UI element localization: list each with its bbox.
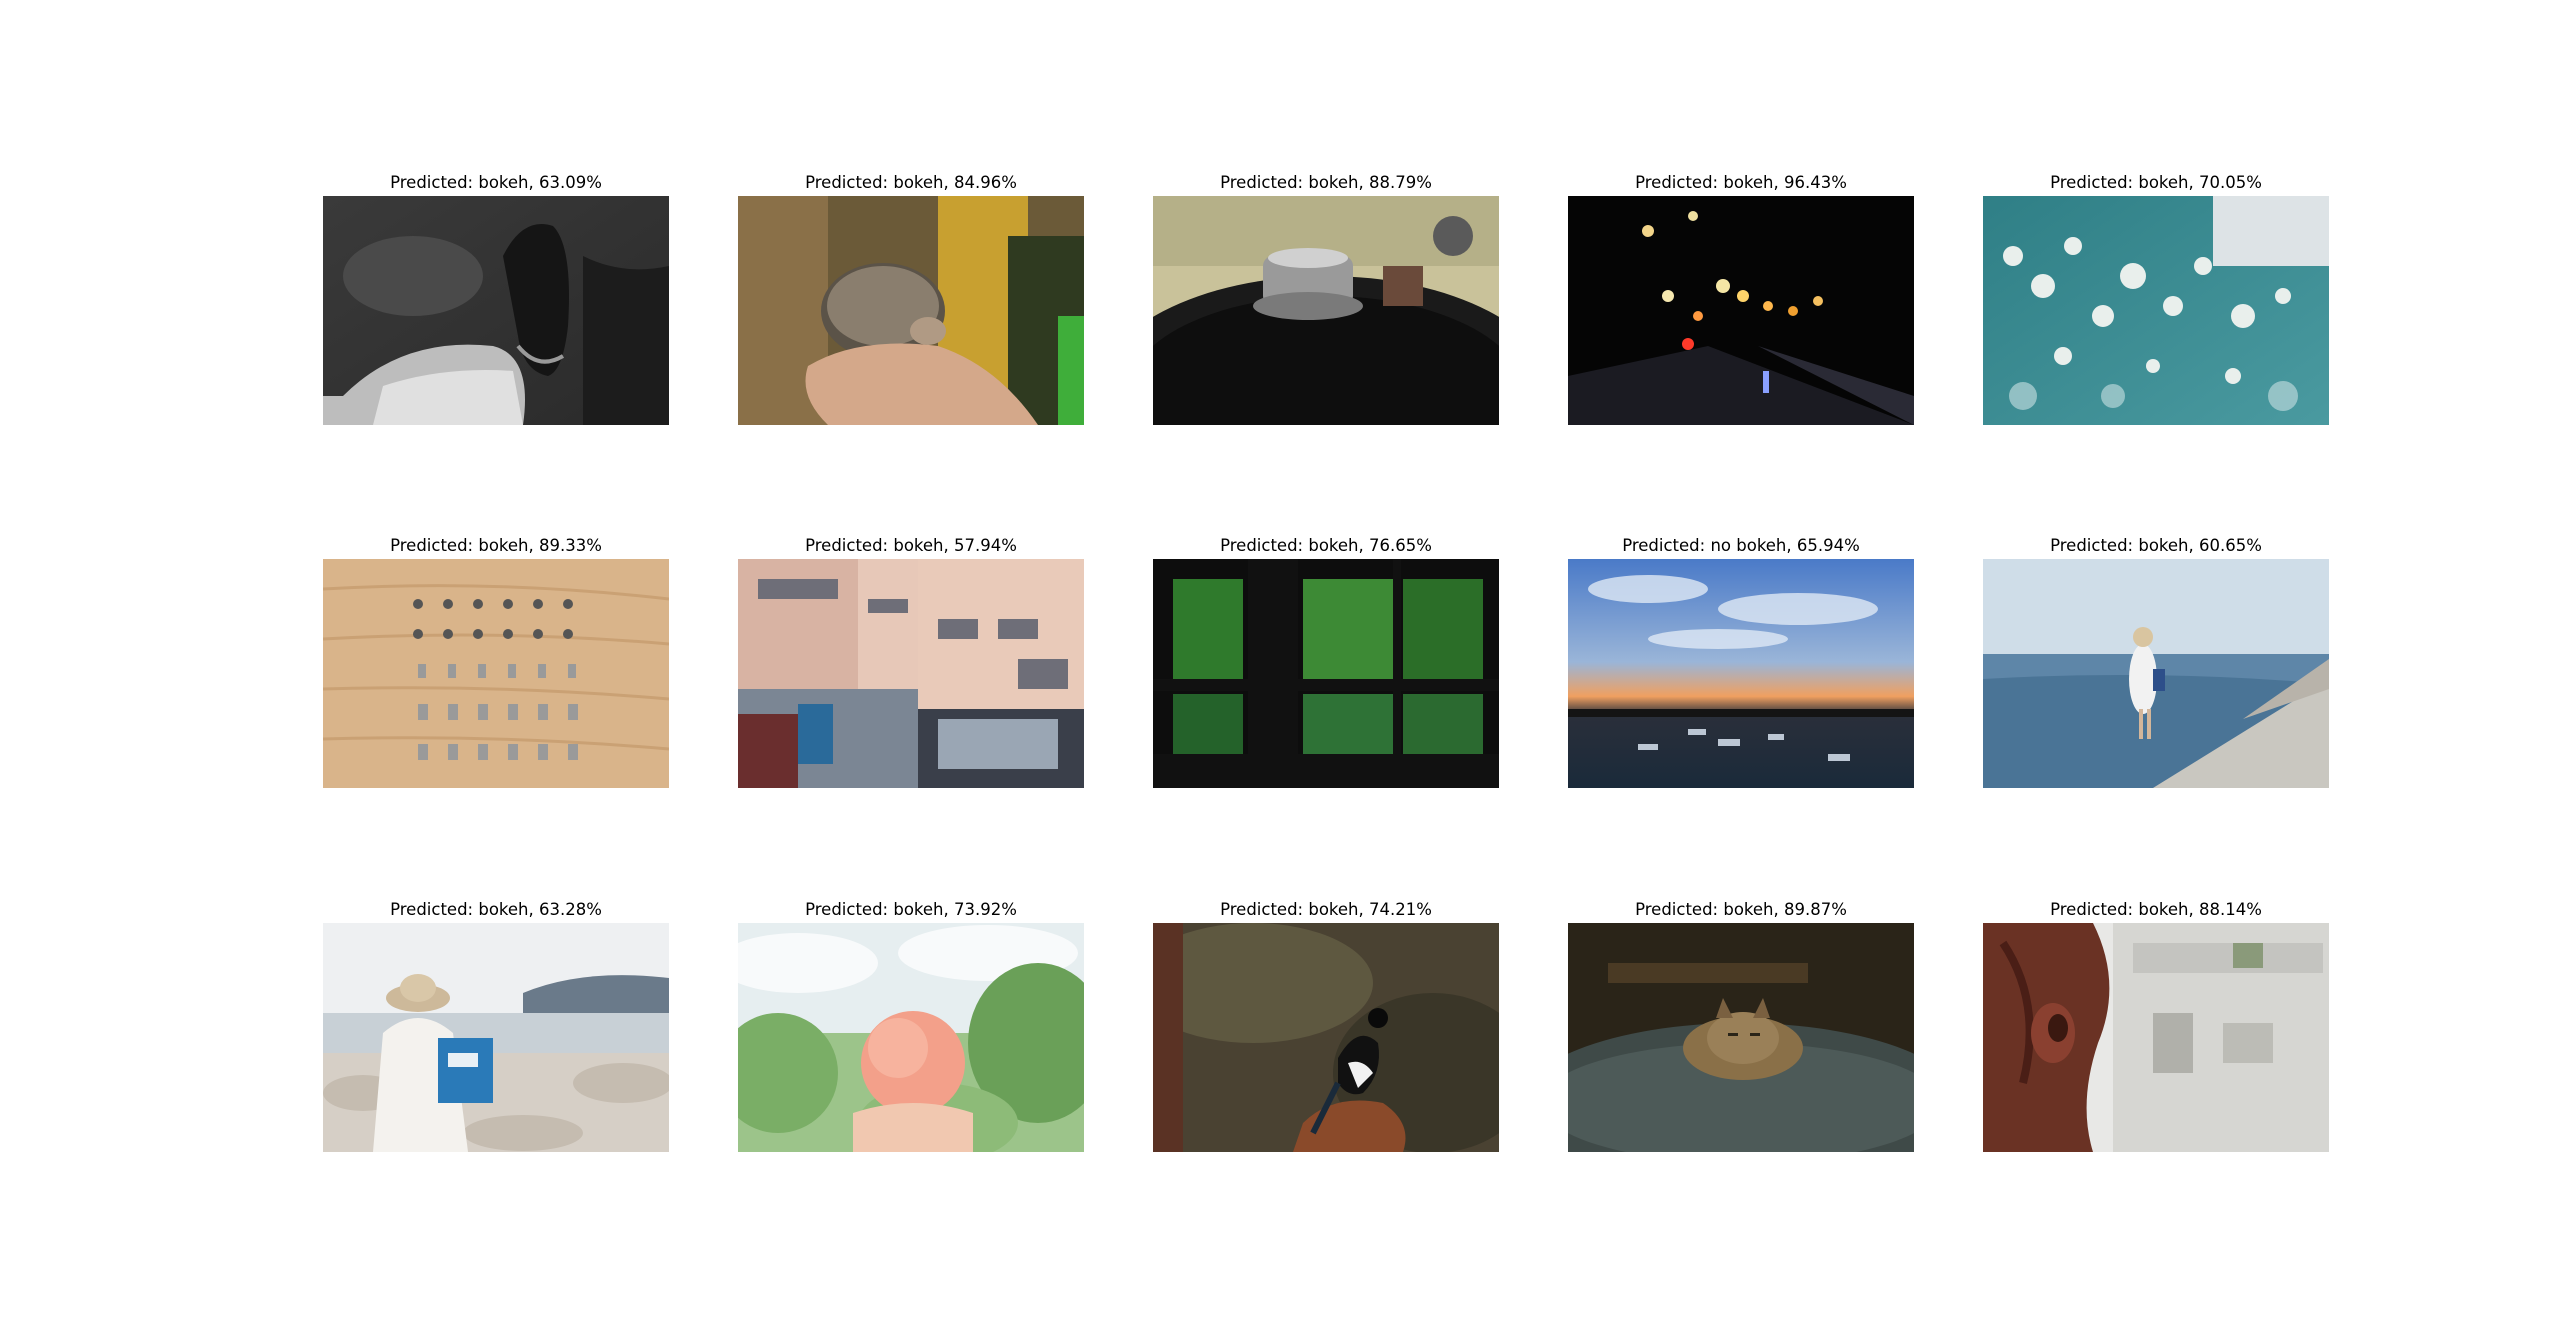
photo-white-blossoms	[1983, 196, 2329, 425]
photo-building-facade	[738, 559, 1084, 788]
photo-black-and-white-shoe	[323, 196, 669, 425]
photo-hands-holding-peach	[738, 923, 1084, 1152]
image-caption: Predicted: bokeh, 70.05%	[2050, 173, 2262, 192]
image-caption: Predicted: no bokeh, 65.94%	[1622, 536, 1860, 555]
photo-tree-bark	[1983, 923, 2329, 1152]
photo-hedgehog-in-hand	[738, 196, 1084, 425]
photo-woman-on-seawall	[1983, 559, 2329, 788]
image-caption: Predicted: bokeh, 76.65%	[1220, 536, 1432, 555]
photo-woman-with-bag-on-rocks	[323, 923, 669, 1152]
image-caption: Predicted: bokeh, 89.33%	[390, 536, 602, 555]
photo-record-player	[1153, 196, 1499, 425]
photo-harbor-sunset	[1568, 559, 1914, 788]
image-caption: Predicted: bokeh, 84.96%	[805, 173, 1017, 192]
image-caption: Predicted: bokeh, 88.14%	[2050, 900, 2262, 919]
photo-night-street-lights	[1568, 196, 1914, 425]
image-caption: Predicted: bokeh, 88.79%	[1220, 173, 1432, 192]
image-caption: Predicted: bokeh, 63.09%	[390, 173, 602, 192]
photo-metal-pieces-on-wood	[323, 559, 669, 788]
image-caption: Predicted: bokeh, 63.28%	[390, 900, 602, 919]
image-caption: Predicted: bokeh, 89.87%	[1635, 900, 1847, 919]
image-caption: Predicted: bokeh, 60.65%	[2050, 536, 2262, 555]
photo-cat-on-car-roof	[1568, 923, 1914, 1152]
photo-window-forest-view	[1153, 559, 1499, 788]
prediction-grid-figure: Predicted: bokeh, 63.09% Predicted: boke…	[0, 0, 2560, 1322]
image-caption: Predicted: bokeh, 73.92%	[805, 900, 1017, 919]
image-caption: Predicted: bokeh, 74.21%	[1220, 900, 1432, 919]
image-caption: Predicted: bokeh, 96.43%	[1635, 173, 1847, 192]
photo-magpie-on-rock	[1153, 923, 1499, 1152]
image-caption: Predicted: bokeh, 57.94%	[805, 536, 1017, 555]
